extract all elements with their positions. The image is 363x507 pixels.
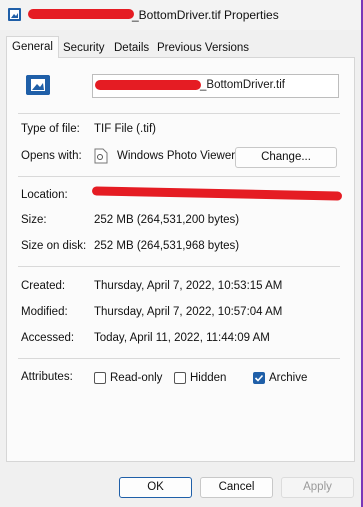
- tab-general[interactable]: General: [6, 36, 59, 58]
- attributes-label: Attributes:: [21, 371, 73, 383]
- accessed-value: Today, April 11, 2022, 11:44:09 AM: [94, 332, 270, 344]
- title-bar[interactable]: _BottomDriver.tif Properties: [0, 0, 361, 30]
- location-label: Location:: [21, 189, 68, 201]
- window-title: _BottomDriver.tif Properties: [132, 8, 279, 22]
- ok-button[interactable]: OK: [119, 477, 192, 498]
- redacted-filename: [28, 9, 134, 19]
- created-value: Thursday, April 7, 2022, 10:53:15 AM: [94, 280, 283, 292]
- opens-with-label: Opens with:: [21, 150, 82, 162]
- tab-details[interactable]: Details: [108, 37, 155, 57]
- hidden-label[interactable]: Hidden: [190, 372, 226, 384]
- type-value: TIF File (.tif): [94, 123, 156, 135]
- tab-previous-versions[interactable]: Previous Versions: [151, 37, 255, 57]
- readonly-label[interactable]: Read-only: [110, 372, 162, 384]
- change-button[interactable]: Change...: [235, 147, 337, 168]
- opens-with-value: Windows Photo Viewer: [117, 150, 236, 162]
- filename-text: _BottomDriver.tif: [200, 79, 285, 91]
- general-panel: [6, 57, 355, 462]
- accessed-label: Accessed:: [21, 332, 75, 344]
- divider: [18, 358, 340, 359]
- size-on-disk-label: Size on disk:: [21, 240, 87, 252]
- cancel-button[interactable]: Cancel: [200, 477, 273, 498]
- tab-security[interactable]: Security: [57, 37, 111, 57]
- image-file-icon: [8, 8, 21, 21]
- size-value: 252 MB (264,531,200 bytes): [94, 214, 240, 226]
- apply-button[interactable]: Apply: [281, 477, 354, 498]
- archive-checkbox[interactable]: [253, 372, 265, 384]
- archive-label[interactable]: Archive: [269, 372, 307, 384]
- photo-viewer-icon: [94, 148, 108, 164]
- size-on-disk-value: 252 MB (264,531,968 bytes): [94, 240, 240, 252]
- readonly-checkbox[interactable]: [94, 372, 106, 384]
- image-file-large-icon: [26, 75, 50, 95]
- tab-strip: General Security Details Previous Versio…: [6, 36, 356, 58]
- type-label: Type of file:: [21, 123, 80, 135]
- size-label: Size:: [21, 214, 47, 226]
- divider: [18, 113, 340, 114]
- hidden-checkbox[interactable]: [174, 372, 186, 384]
- divider: [18, 266, 340, 267]
- redacted-filename-field: [95, 80, 201, 90]
- modified-label: Modified:: [21, 306, 68, 318]
- checkmark-icon: [254, 374, 264, 382]
- modified-value: Thursday, April 7, 2022, 10:57:04 AM: [94, 306, 283, 318]
- properties-window: _BottomDriver.tif Properties General Sec…: [0, 0, 363, 507]
- dialog-button-bar: OK Cancel Apply: [0, 466, 361, 507]
- divider: [18, 176, 340, 177]
- created-label: Created:: [21, 280, 66, 292]
